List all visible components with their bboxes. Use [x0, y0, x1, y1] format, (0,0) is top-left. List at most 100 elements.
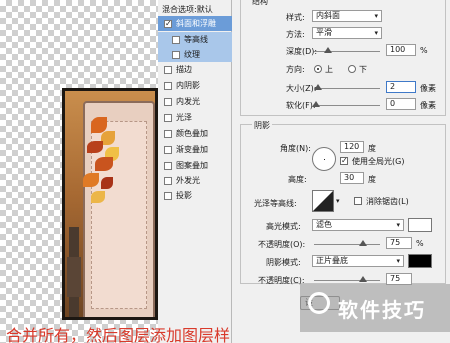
size-slider[interactable] [314, 84, 380, 90]
style-item[interactable]: 颜色叠加 [158, 126, 232, 141]
gloss-contour-label: 光泽等高线: [254, 199, 297, 208]
soften-unit: 像素 [420, 101, 436, 110]
shading-header: 阴影 [252, 120, 272, 131]
style-item-label: 内发光 [176, 97, 200, 106]
shadow-opacity-slider[interactable] [314, 276, 380, 282]
leaf-decoration [83, 173, 99, 187]
shadow-mode-select[interactable]: 正片叠底 ▾ [312, 255, 404, 267]
style-item-label: 投影 [176, 191, 192, 200]
style-item[interactable]: 图案叠加 [158, 158, 232, 173]
style-item-label: 斜面和浮雕 [176, 19, 216, 28]
soften-slider-thumb[interactable] [312, 101, 320, 107]
watermark-text: 软件技巧 [338, 298, 426, 322]
style-item[interactable]: 描边 [158, 62, 232, 77]
depth-label: 深度(D): [286, 47, 318, 56]
highlight-color-swatch[interactable] [408, 218, 432, 232]
style-item[interactable]: 光泽 [158, 110, 232, 125]
direction-down-radio[interactable] [348, 65, 356, 73]
style-item-label: 图案叠加 [176, 161, 208, 170]
direction-up-label: 上 [325, 65, 333, 74]
style-select-value: 内斜面 [316, 11, 340, 20]
style-item-checkbox[interactable] [164, 81, 172, 90]
caption-text: 合并所有，然后图层添加图层样 [6, 326, 231, 343]
depth-slider[interactable] [314, 47, 380, 53]
style-item[interactable]: 等高线 [158, 32, 232, 47]
angle-unit: 度 [368, 144, 376, 153]
angle-label: 角度(N): [280, 144, 311, 153]
method-select-value: 平滑 [316, 28, 332, 37]
shadow-color-swatch[interactable] [408, 254, 432, 268]
style-item[interactable]: 渐变叠加 [158, 142, 232, 157]
canvas-area [0, 0, 158, 343]
style-item-checkbox[interactable] [164, 113, 172, 122]
style-item-checkbox[interactable] [164, 129, 172, 138]
size-input[interactable]: 2 [386, 81, 416, 93]
direction-label: 方向: [286, 65, 305, 74]
shadow-mode-value: 正片叠底 [316, 256, 348, 265]
highlight-opacity-unit: % [416, 239, 424, 248]
soften-input[interactable]: 0 [386, 98, 416, 110]
style-select[interactable]: 内斜面 ▾ [312, 10, 382, 22]
style-item-label: 渐变叠加 [176, 145, 208, 154]
highlight-opacity-slider[interactable] [314, 240, 380, 246]
style-item-checkbox[interactable]: ✓ [164, 19, 172, 28]
highlight-mode-select[interactable]: 滤色 ▾ [312, 219, 404, 231]
style-item[interactable]: 纹理 [158, 47, 232, 62]
style-item-checkbox[interactable] [164, 97, 172, 106]
style-item[interactable]: 外发光 [158, 173, 232, 188]
style-label: 样式: [286, 13, 305, 22]
blending-options-item[interactable]: 混合选项:默认 [158, 2, 232, 17]
highlight-mode-label: 高光模式: [266, 222, 301, 231]
depth-slider-thumb[interactable] [324, 47, 332, 53]
soften-slider[interactable] [312, 101, 380, 107]
size-label: 大小(Z): [286, 84, 317, 93]
anti-alias-checkbox[interactable] [354, 197, 362, 205]
shadow-mode-label: 阴影模式: [266, 258, 301, 267]
leaf-decoration [101, 131, 115, 145]
depth-input[interactable]: 100 [386, 44, 416, 56]
style-item[interactable]: 内发光 [158, 94, 232, 109]
style-item[interactable]: 投影 [158, 188, 232, 203]
global-light-checkbox[interactable]: ✓ [340, 157, 348, 165]
style-item-label: 纹理 [184, 50, 200, 59]
structure-header: 结构 [252, 0, 268, 6]
global-light-label: 使用全局光(G) [352, 157, 405, 166]
altitude-input[interactable]: 30 [340, 172, 364, 184]
angle-input[interactable]: 120 [340, 141, 364, 153]
gloss-contour-preview[interactable] [312, 190, 334, 212]
style-item-checkbox[interactable] [164, 65, 172, 74]
artwork-image [62, 88, 158, 320]
size-slider-thumb[interactable] [314, 84, 322, 90]
style-item[interactable]: ✓ 斜面和浮雕 [158, 16, 232, 31]
chevron-down-icon: ▾ [396, 257, 400, 265]
shadow-opacity-label: 不透明度(C): [258, 276, 305, 285]
style-item-checkbox[interactable] [164, 161, 172, 170]
style-item-label: 外发光 [176, 176, 200, 185]
style-item-checkbox[interactable] [164, 191, 172, 200]
chevron-down-icon: ▾ [396, 221, 400, 229]
watermark: 软件技巧 [300, 284, 450, 332]
style-item-label: 内阴影 [176, 81, 200, 90]
style-item-checkbox[interactable] [164, 145, 172, 154]
altitude-unit: 度 [368, 175, 376, 184]
style-item-label: 颜色叠加 [176, 129, 208, 138]
style-item-checkbox[interactable] [164, 176, 172, 185]
method-select[interactable]: 平滑 ▾ [312, 27, 382, 39]
style-item-checkbox[interactable] [172, 50, 180, 59]
photo-frame [83, 101, 155, 317]
building-shape [67, 257, 81, 297]
style-item-label: 描边 [176, 65, 192, 74]
highlight-opacity-label: 不透明度(O): [258, 240, 306, 249]
leaf-decoration [101, 177, 113, 189]
direction-up-radio[interactable] [314, 65, 322, 73]
style-item[interactable]: 内阴影 [158, 78, 232, 93]
leaf-decoration [95, 157, 113, 171]
highlight-opacity-input[interactable]: 75 [386, 237, 412, 249]
highlight-opacity-thumb[interactable] [359, 240, 367, 246]
style-item-checkbox[interactable] [172, 35, 180, 44]
direction-down-label: 下 [359, 65, 367, 74]
method-label: 方法: [286, 30, 305, 39]
angle-dial[interactable] [312, 147, 336, 171]
shadow-opacity-thumb[interactable] [359, 276, 367, 282]
chevron-down-icon[interactable]: ▾ [336, 197, 340, 205]
